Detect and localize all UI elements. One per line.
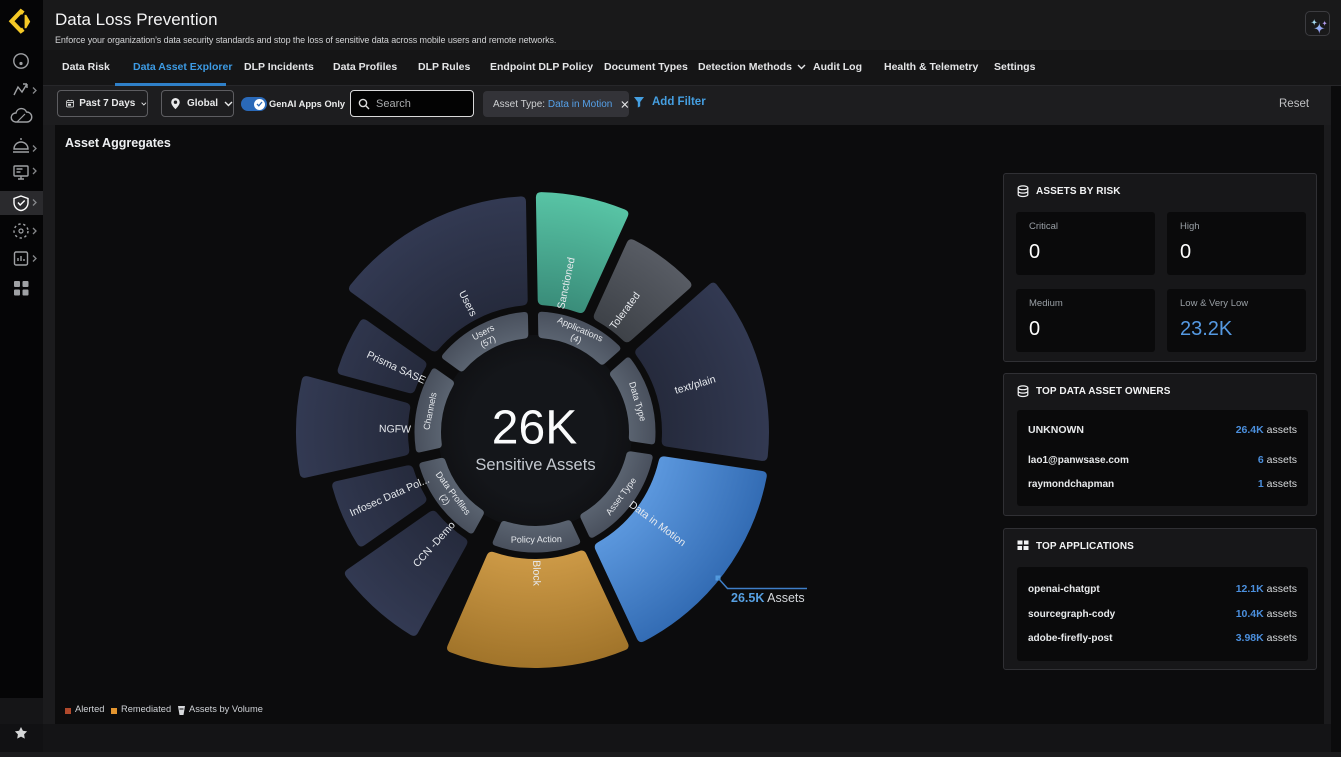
svg-text:Sensitive Assets: Sensitive Assets [475, 456, 595, 474]
svg-text:Policy Action: Policy Action [511, 534, 562, 545]
svg-text:26.5K Assets: 26.5K Assets [731, 591, 805, 605]
svg-text:NGFW: NGFW [379, 423, 411, 436]
svg-text:26K: 26K [492, 402, 577, 455]
svg-text:Block: Block [530, 560, 542, 587]
